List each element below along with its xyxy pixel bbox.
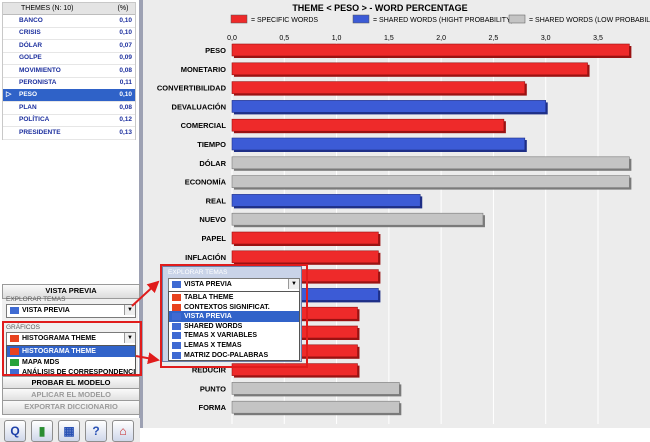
theme-name: PESO <box>19 91 38 99</box>
legend-swatch <box>352 14 370 24</box>
x-tick-label: 3,5 <box>593 35 603 42</box>
legend-swatch <box>508 14 526 24</box>
row-pointer-icon: ▷ <box>6 91 12 99</box>
theme-name: POLÍTICA <box>19 116 50 124</box>
category-label: CONVERTIBILIDAD <box>157 84 227 93</box>
home-icon[interactable]: ⌂ <box>112 420 134 442</box>
category-label: PAPEL <box>202 234 227 243</box>
category-label: PUNTO <box>200 384 226 393</box>
category-label: ECONOMÍA <box>185 178 227 187</box>
category-label: TIEMPO <box>197 140 226 149</box>
category-label: PESO <box>205 46 226 55</box>
table-row[interactable]: ▷ PESO 0,10 <box>3 89 135 103</box>
chart-legend: = SPECIFIC WORDS = SHARED WORDS (HIGHT PR… <box>230 14 650 24</box>
legend-label: = SHARED WORDS (LOW PROBABILITY) <box>529 17 650 24</box>
bar <box>231 212 485 228</box>
table-row[interactable]: CRISIS 0,10 <box>3 27 135 41</box>
theme-name: PRESIDENTE <box>19 128 61 136</box>
bottom-toolbar: Q ▮ ▦? ⌂ <box>0 418 140 442</box>
x-tick-label: 2,0 <box>436 35 446 42</box>
category-label: DÓLAR <box>199 159 226 168</box>
bar <box>231 100 548 115</box>
table-row[interactable]: PRESIDENTE 0,13 <box>3 127 135 140</box>
bar <box>231 81 527 96</box>
theme-percentage: 0,08 <box>119 66 132 74</box>
themes-header-pct[interactable]: (%) <box>111 3 135 15</box>
theme-name: GOLPE <box>19 54 42 62</box>
theme-name: PERONISTA <box>19 79 57 86</box>
bar <box>231 137 527 152</box>
theme-name: MOVIMIENTO <box>19 66 61 74</box>
theme-percentage: 0,10 <box>119 91 132 99</box>
category-label: FORMA <box>199 403 227 412</box>
category-label: REAL <box>206 196 227 205</box>
x-tick-label: 0,5 <box>279 35 289 42</box>
table-row[interactable]: PERONISTA 0,11 <box>3 77 135 90</box>
x-tick-label: 1,0 <box>332 35 342 42</box>
exportar-diccionario-button[interactable]: EXPORTAR DICCIONARIO <box>2 400 140 415</box>
bar <box>231 118 506 134</box>
explorar-temas-value: VISTA PREVIA <box>22 307 70 314</box>
help-icon[interactable]: ? <box>85 420 107 442</box>
bar <box>231 175 632 190</box>
explorar-temas-label: EXPLORAR TEMAS <box>6 296 66 303</box>
bar <box>231 382 402 397</box>
category-label: INFLACIÓN <box>185 253 226 262</box>
theme-name: DÓLAR <box>19 41 43 49</box>
category-label: MONETARIO <box>181 65 226 74</box>
table-row[interactable]: GOLPE 0,09 <box>3 52 135 66</box>
bar <box>231 43 632 58</box>
x-axis-ticks: 0,0 0,5 1,0 1,5 2,0 2,5 3,0 3,5 <box>227 35 603 42</box>
x-tick-label: 3,0 <box>541 35 551 42</box>
themes-table: THEMES (N: 10) (%) BANCO 0,10 CRISIS 0,10 DÓ… <box>2 2 136 140</box>
quit-icon[interactable]: Q <box>4 420 26 442</box>
chart-title: THEME < PESO > - WORD PERCENTAGE <box>292 3 467 13</box>
vista-previa-swatch-icon <box>10 307 19 314</box>
theme-percentage: 0,11 <box>119 79 132 86</box>
table-row[interactable]: BANCO 0,10 <box>3 15 135 28</box>
theme-percentage: 0,12 <box>119 116 132 124</box>
theme-name: BANCO <box>19 17 43 24</box>
x-tick-label: 0,0 <box>227 35 237 42</box>
bar <box>231 231 381 246</box>
x-tick-label: 1,5 <box>384 35 394 42</box>
theme-percentage: 0,10 <box>119 29 132 37</box>
category-label: COMERCIAL <box>181 121 227 130</box>
theme-percentage: 0,08 <box>119 103 132 111</box>
theme-name: CRISIS <box>19 29 41 37</box>
highlight-graficos <box>2 321 142 376</box>
legend-swatch <box>230 14 248 24</box>
theme-percentage: 0,09 <box>119 54 132 62</box>
bar <box>231 250 381 265</box>
theme-percentage: 0,10 <box>119 17 132 24</box>
category-label: NUEVO <box>199 215 226 224</box>
legend-label: = SPECIFIC WORDS <box>251 17 318 24</box>
bar <box>231 62 590 77</box>
x-tick-label: 2,5 <box>489 35 499 42</box>
grid-icon[interactable]: ▦ <box>58 420 80 442</box>
category-label: DEVALUACIÓN <box>172 102 226 111</box>
theme-name: PLAN <box>19 103 37 111</box>
table-row[interactable]: MOVIMIENTO 0,08 <box>3 65 135 78</box>
theme-percentage: 0,07 <box>119 41 132 49</box>
table-row[interactable]: DÓLAR 0,07 <box>3 40 135 53</box>
bar <box>231 194 423 209</box>
explorar-temas-select[interactable]: VISTA PREVIA ▼ <box>6 304 136 318</box>
theme-percentage: 0,13 <box>119 128 132 136</box>
table-row[interactable]: PLAN 0,08 <box>3 102 135 115</box>
table-row[interactable]: POLÍTICA 0,12 <box>3 114 135 128</box>
bar-chart-icon[interactable]: ▮ <box>31 420 53 442</box>
bar <box>231 156 632 171</box>
bar <box>231 400 402 416</box>
chevron-down-icon[interactable]: ▼ <box>124 305 135 315</box>
legend-label: = SHARED WORDS (HIGHT PROBABILITY) <box>373 17 513 24</box>
highlight-explore <box>160 264 308 368</box>
